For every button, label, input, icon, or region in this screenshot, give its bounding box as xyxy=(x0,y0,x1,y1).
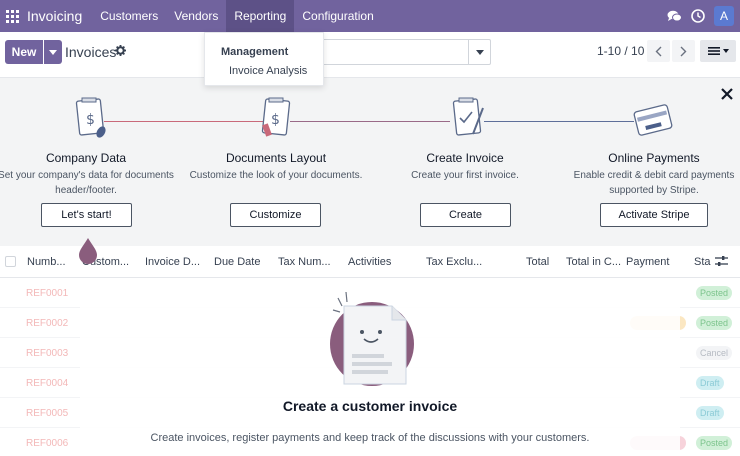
status-badge: Cancel xyxy=(696,346,733,360)
step-description: Set your company's data for documents he… xyxy=(0,170,174,196)
column-number[interactable]: Numb... xyxy=(27,256,66,268)
caret-down-icon xyxy=(49,49,57,55)
step-description: Create your first invoice. xyxy=(411,170,519,181)
chevron-left-icon xyxy=(655,46,662,56)
user-avatar[interactable]: A xyxy=(714,6,734,26)
menu-reporting[interactable]: Reporting xyxy=(226,0,295,32)
step-description: Enable credit & debit card payments supp… xyxy=(573,170,735,196)
reporting-dropdown: Management Invoice Analysis xyxy=(204,32,324,86)
svg-text:$: $ xyxy=(86,112,95,128)
clock-icon[interactable] xyxy=(690,8,706,24)
gear-icon[interactable] xyxy=(115,45,126,59)
apps-menu-icon[interactable] xyxy=(6,9,19,23)
empty-state-title: Create a customer invoice xyxy=(282,398,458,414)
status-badge: Posted xyxy=(696,316,733,330)
pager-next-button[interactable] xyxy=(672,40,695,62)
dropdown-section-header: Management xyxy=(221,46,289,58)
new-button[interactable]: New xyxy=(5,40,43,64)
step-title: Documents Layout xyxy=(225,151,327,165)
status-badge: Posted xyxy=(696,436,733,450)
search-options-toggle[interactable] xyxy=(468,40,490,64)
search-input[interactable] xyxy=(305,39,491,65)
row-reference: REF0004 xyxy=(26,378,69,389)
status-badge: Posted xyxy=(696,286,733,300)
row-reference: REF0003 xyxy=(26,348,69,359)
row-reference: REF0002 xyxy=(26,318,69,329)
drop-marker-icon xyxy=(78,236,98,264)
onboarding-panel: $ Company Data Set your company's data f… xyxy=(0,78,740,246)
column-tax-number[interactable]: Tax Num... xyxy=(278,256,331,268)
step-description: Customize the look of your documents. xyxy=(189,170,363,181)
menu-configuration[interactable]: Configuration xyxy=(294,0,381,32)
column-total-currency[interactable]: Total in C... xyxy=(566,256,621,268)
lets-start-button[interactable]: Let's start! xyxy=(41,203,132,227)
caret-down-icon xyxy=(475,49,484,55)
invoice-check-icon xyxy=(449,94,489,146)
menu-customers[interactable]: Customers xyxy=(92,0,166,32)
progress-line xyxy=(104,121,264,122)
step-title: Company Data xyxy=(45,151,127,165)
page-title: Invoices xyxy=(65,44,117,60)
new-dropdown-toggle[interactable] xyxy=(44,40,62,64)
close-icon[interactable] xyxy=(720,87,736,103)
row-reference: REF0001 xyxy=(26,288,69,299)
chevron-right-icon xyxy=(680,46,687,56)
column-total[interactable]: Total xyxy=(526,256,549,268)
column-status[interactable]: Sta xyxy=(694,256,711,268)
caret-down-icon xyxy=(722,49,729,53)
column-settings-icon[interactable] xyxy=(715,255,728,270)
column-tax-excluded[interactable]: Tax Exclu... xyxy=(426,256,482,268)
customize-button[interactable]: Customize xyxy=(230,203,321,227)
empty-state-help: Create a customer invoice Create invoice… xyxy=(80,278,680,456)
top-navbar: Invoicing Customers Vendors Reporting Co… xyxy=(0,0,740,32)
progress-line xyxy=(290,121,450,122)
document-layout-icon: $ xyxy=(256,94,296,146)
svg-text:$: $ xyxy=(271,112,280,128)
status-badge: Draft xyxy=(696,376,724,390)
column-invoice-date[interactable]: Invoice D... xyxy=(145,256,200,268)
app-brand[interactable]: Invoicing xyxy=(27,8,82,24)
column-activities[interactable]: Activities xyxy=(348,256,391,268)
empty-state-description: Create invoices, register payments and k… xyxy=(150,432,590,444)
control-panel: New Invoices 1-10 / 10 xyxy=(0,32,740,78)
select-all-checkbox[interactable] xyxy=(5,256,16,267)
credit-card-icon xyxy=(632,94,674,146)
chat-icon[interactable] xyxy=(666,8,682,24)
create-invoice-button[interactable]: Create xyxy=(420,203,511,227)
step-title: Create Invoice xyxy=(426,151,504,165)
column-payment[interactable]: Payment xyxy=(626,256,669,268)
row-reference: REF0006 xyxy=(26,438,69,449)
menu-vendors[interactable]: Vendors xyxy=(166,0,226,32)
progress-line xyxy=(484,121,634,122)
row-reference: REF0005 xyxy=(26,408,69,419)
list-view-switcher[interactable] xyxy=(700,40,736,62)
column-due-date[interactable]: Due Date xyxy=(214,256,260,268)
status-badge: Draft xyxy=(696,406,724,420)
menu-item-invoice-analysis[interactable]: Invoice Analysis xyxy=(229,65,307,77)
activate-stripe-button[interactable]: Activate Stripe xyxy=(600,203,708,227)
document-dollar-icon: $ xyxy=(72,94,112,146)
pager-value[interactable]: 1-10 / 10 xyxy=(597,44,644,58)
list-view-icon xyxy=(707,47,720,55)
smiling-document-icon xyxy=(330,288,430,388)
step-title: Online Payments xyxy=(608,151,700,165)
list-header: Numb... Custom... Invoice D... Due Date … xyxy=(0,246,740,278)
pager-previous-button[interactable] xyxy=(647,40,670,62)
